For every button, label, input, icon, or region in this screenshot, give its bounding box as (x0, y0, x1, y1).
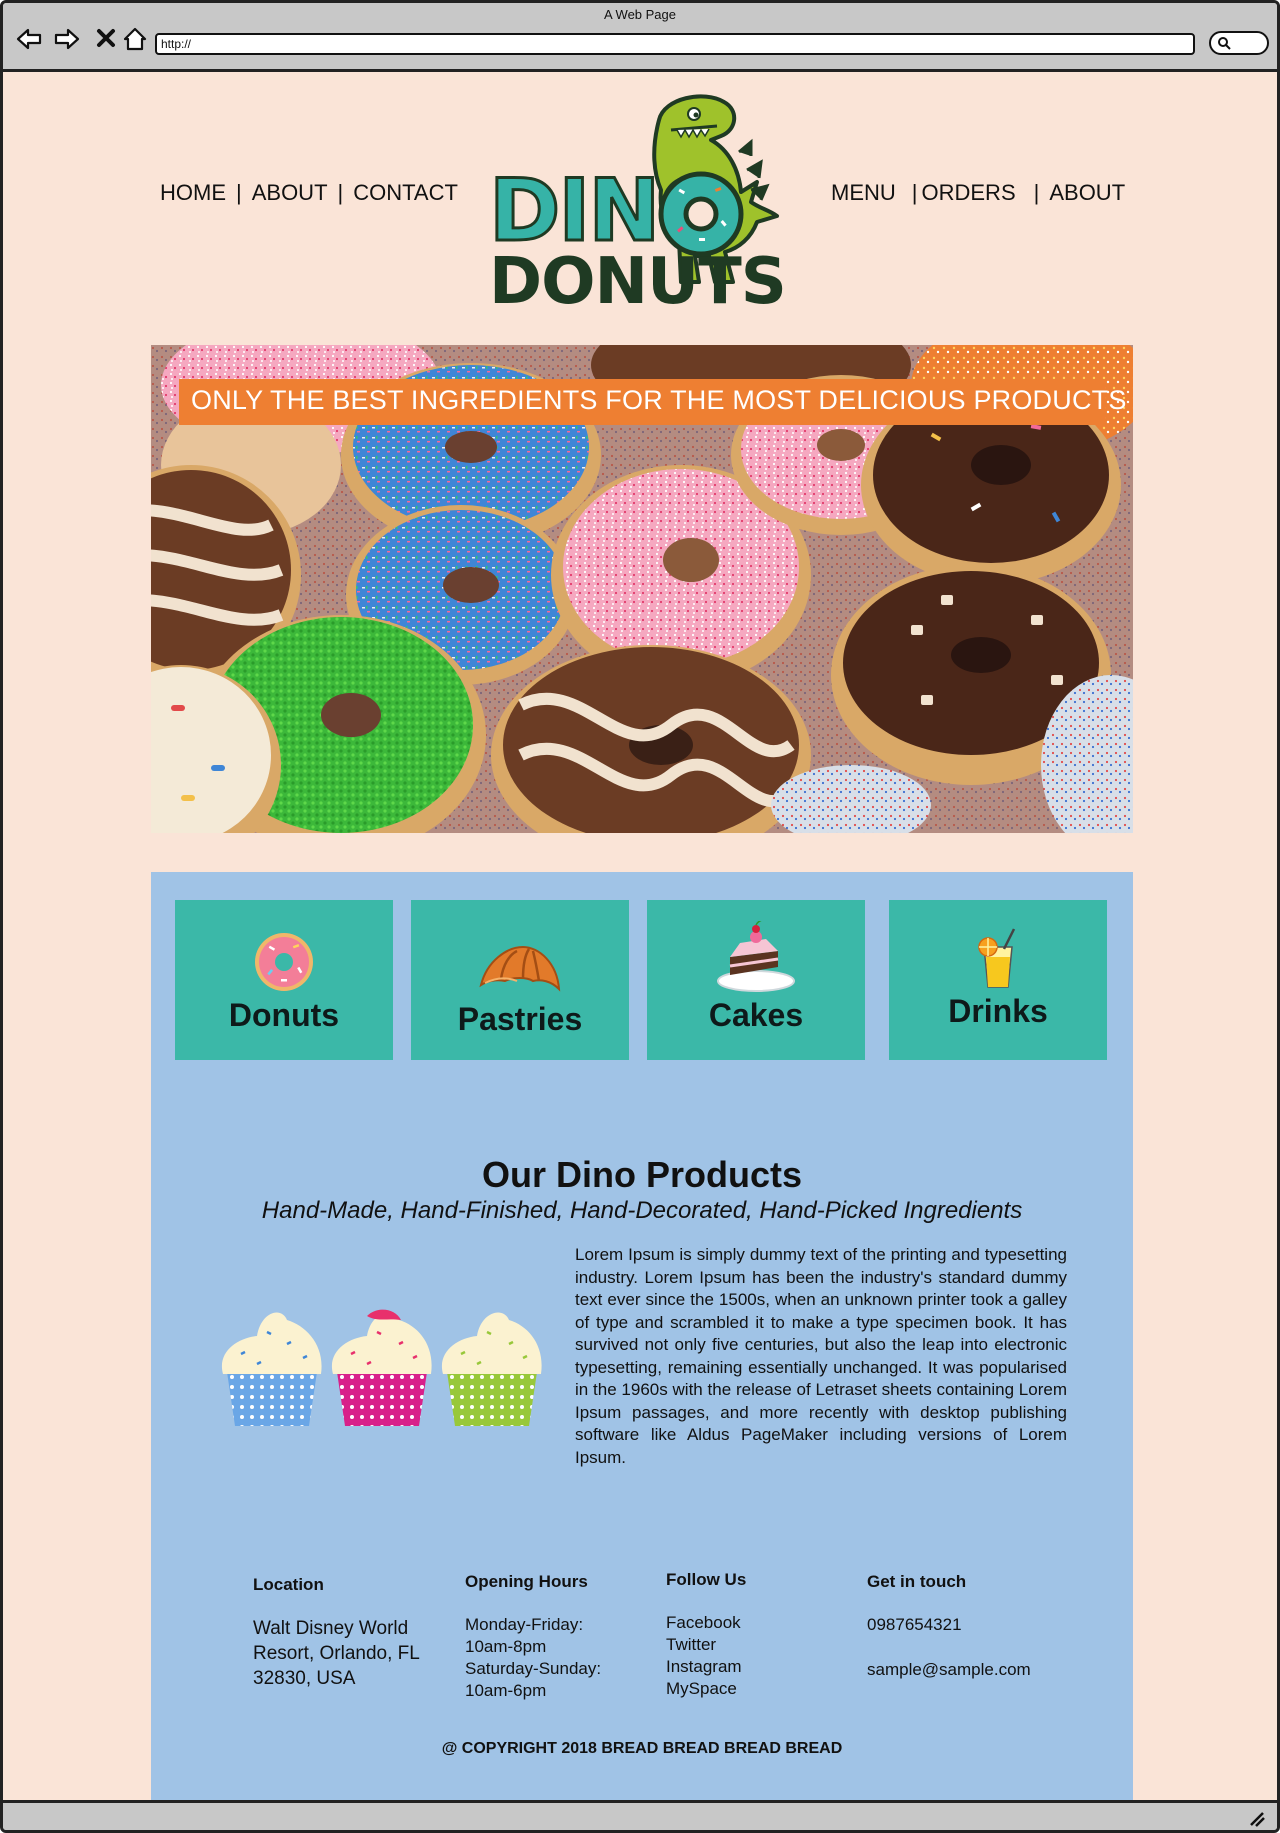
forward-arrow-icon[interactable] (53, 25, 81, 53)
footer-contact-heading: Get in touch (867, 1572, 967, 1591)
footer-social-links: Facebook Twitter Instagram MySpace (666, 1612, 742, 1700)
footer-location-text: Walt Disney World Resort, Orlando, FL 32… (253, 1618, 420, 1689)
back-arrow-icon[interactable] (15, 25, 43, 53)
link-twitter[interactable]: Twitter (666, 1634, 742, 1656)
window-title: A Web Page (603, 7, 677, 22)
footer-hours-heading: Opening Hours (465, 1572, 588, 1591)
hero-banner: ONLY THE BEST INGREDIENTS FOR THE MOST D… (179, 379, 1126, 425)
donut-icon (255, 933, 313, 991)
search-icon (1218, 37, 1231, 50)
link-instagram[interactable]: Instagram (666, 1656, 742, 1678)
logo[interactable]: DINO DONUTS (487, 90, 809, 314)
category-pastries[interactable]: Pastries (411, 900, 629, 1060)
drink-icon (978, 928, 1016, 988)
resize-grip-icon[interactable] (1245, 1807, 1267, 1829)
browser-search[interactable] (1209, 31, 1269, 55)
home-icon[interactable] (121, 25, 149, 53)
nav-orders[interactable]: ORDERS (922, 180, 1016, 206)
category-cakes[interactable]: Cakes (647, 900, 865, 1060)
footer-email[interactable]: sample@sample.com (867, 1659, 1031, 1681)
products-subtitle: Hand-Made, Hand-Finished, Hand-Decorated… (261, 1197, 1023, 1224)
page-body: HOME | ABOUT | CONTACT DINO DONUTS MENU … (3, 72, 1277, 1800)
category-label: Drinks (948, 993, 1048, 1029)
products-title: Our Dino Products (481, 1154, 802, 1195)
footer-location-heading: Location (253, 1575, 324, 1594)
hero-image: ONLY THE BEST INGREDIENTS FOR THE MOST D… (151, 345, 1133, 833)
nav-contact[interactable]: CONTACT (353, 180, 458, 206)
address-bar[interactable]: http:// (155, 33, 1195, 55)
footer-follow-heading: Follow Us (666, 1570, 747, 1589)
category-label: Pastries (457, 1001, 583, 1037)
status-bar (3, 1800, 1277, 1830)
cake-icon (717, 921, 795, 992)
footer-phone: 0987654321 (867, 1615, 962, 1634)
footer-copyright: @ COPYRIGHT 2018 BREAD BREAD BREAD BREAD (441, 1740, 843, 1757)
category-label: Cakes (708, 997, 804, 1033)
products-description: Lorem Ipsum is simply dummy text of the … (575, 1245, 1067, 1467)
croissant-icon (479, 945, 561, 992)
close-icon[interactable] (93, 25, 121, 53)
nav-menu[interactable]: MENU (831, 180, 896, 206)
browser-chrome: A Web Page http:// (3, 3, 1277, 72)
category-donuts[interactable]: Donuts (175, 900, 393, 1060)
category-drinks[interactable]: Drinks (889, 900, 1107, 1060)
nav-left: HOME | ABOUT | CONTACT (160, 180, 458, 206)
link-facebook[interactable]: Facebook (666, 1612, 742, 1634)
footer-hours-text: Monday-Friday: 10am-8pm Saturday-Sunday:… (465, 1615, 602, 1700)
nav-about[interactable]: ABOUT (252, 180, 328, 206)
nav-home[interactable]: HOME (160, 180, 226, 206)
link-myspace[interactable]: MySpace (666, 1678, 742, 1700)
content-section: Donuts Pastries Cakes Drinks Our Dino Pr… (151, 872, 1133, 1800)
logo-line2: DONUTS (489, 245, 787, 319)
category-label: Donuts (228, 997, 340, 1033)
browser-window: A Web Page http:// HOME | ABOUT | CONTACT (0, 0, 1280, 1833)
nav-about-right[interactable]: ABOUT (1049, 180, 1125, 206)
nav-right: MENU | ORDERS | ABOUT (831, 180, 1126, 206)
cupcakes-image (221, 1309, 542, 1426)
